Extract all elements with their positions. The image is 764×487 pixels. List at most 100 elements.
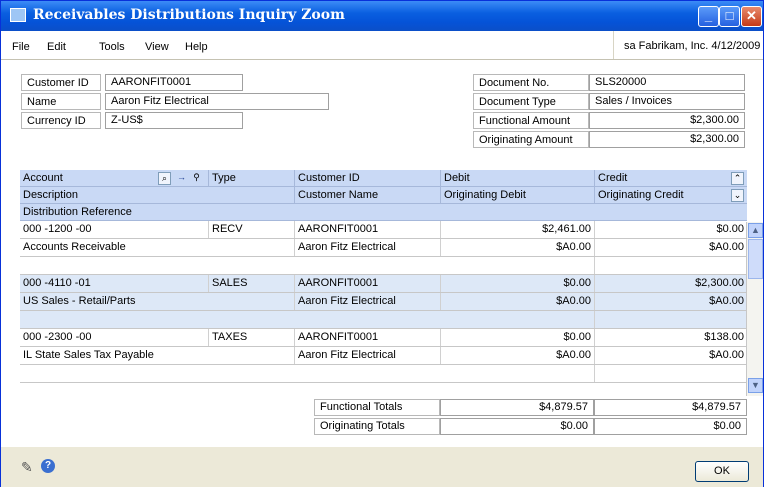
type-cell: TAXES [208, 329, 294, 346]
credit-cell: $2,300.00 [594, 275, 747, 292]
document-no-label: Document No. [473, 74, 589, 91]
link-icon[interactable]: ⚲ [190, 172, 203, 185]
description-cell: IL State Sales Tax Payable [23, 349, 154, 361]
table-row-detail[interactable]: US Sales - Retail/Parts Aaron Fitz Elect… [20, 293, 747, 311]
col-customer-name[interactable]: Customer Name [294, 187, 440, 204]
menu-file[interactable]: File [12, 41, 30, 53]
menu-edit[interactable]: Edit [47, 41, 66, 53]
credit-cell: $138.00 [594, 329, 747, 346]
app-icon [10, 8, 26, 22]
description-cell: US Sales - Retail/Parts [23, 295, 136, 307]
name-label: Name [21, 93, 101, 110]
debit-cell: $2,461.00 [440, 221, 594, 238]
help-icon[interactable]: ? [41, 459, 55, 473]
expand-arrow-icon[interactable]: → [175, 172, 188, 185]
menu-view[interactable]: View [145, 41, 169, 53]
scroll-down-button[interactable]: ▼ [748, 378, 763, 393]
distribution-reference-cell [20, 257, 594, 274]
type-cell: SALES [208, 275, 294, 292]
expand-icon[interactable]: ⌄ [731, 189, 744, 202]
col-description[interactable]: Description [20, 187, 294, 204]
description-cell: Accounts Receivable [23, 241, 126, 253]
table-row[interactable]: 000 -2300 -00 TAXES AARONFIT0001 $0.00 $… [20, 329, 747, 347]
originating-totals-credit: $0.00 [594, 418, 747, 435]
menu-tools[interactable]: Tools [99, 41, 125, 53]
scroll-thumb[interactable] [748, 239, 763, 279]
customer-name-cell: Aaron Fitz Electrical [294, 239, 440, 256]
minimize-button[interactable]: _ [698, 6, 719, 27]
table-row-detail[interactable]: Accounts Receivable Aaron Fitz Electrica… [20, 239, 747, 257]
distribution-reference-row[interactable] [20, 257, 747, 275]
footer-bar: ✎ ? OK [1, 446, 763, 487]
title-bar[interactable]: Receivables Distributions Inquiry Zoom _… [1, 1, 763, 31]
originating-credit-cell: $A0.00 [594, 347, 747, 364]
collapse-icon[interactable]: ⌃ [731, 172, 744, 185]
table-row[interactable]: 000 -1200 -00 RECV AARONFIT0001 $2,461.0… [20, 221, 747, 239]
originating-debit-cell: $A0.00 [440, 347, 594, 364]
window: Receivables Distributions Inquiry Zoom _… [0, 0, 764, 487]
customer-id-cell: AARONFIT0001 [294, 275, 440, 292]
account-cell: 000 -4110 -01 [23, 277, 91, 289]
originating-totals-label: Originating Totals [314, 418, 440, 435]
blank-cell [594, 365, 747, 382]
blank-cell [594, 257, 747, 274]
col-customer-id[interactable]: Customer ID [294, 170, 440, 187]
blank-cell [594, 311, 747, 328]
close-button[interactable]: ✕ [741, 6, 762, 27]
scroll-up-button[interactable]: ▲ [748, 223, 763, 238]
menu-bar: File Edit Tools View Help sa Fabrikam, I… [1, 31, 763, 60]
col-credit[interactable]: Credit [594, 170, 747, 187]
table-row-detail[interactable]: IL State Sales Tax Payable Aaron Fitz El… [20, 347, 747, 365]
ok-button[interactable]: OK [695, 461, 749, 482]
functional-totals-label: Functional Totals [314, 399, 440, 416]
distribution-reference-row[interactable] [20, 311, 747, 329]
col-originating-credit[interactable]: Originating Credit [594, 187, 747, 204]
originating-debit-cell: $A0.00 [440, 293, 594, 310]
originating-credit-cell: $A0.00 [594, 293, 747, 310]
originating-amount-label: Originating Amount [473, 131, 589, 148]
vertical-scrollbar[interactable]: ▲ ▼ [746, 222, 763, 396]
customer-name-cell: Aaron Fitz Electrical [294, 293, 440, 310]
account-cell: 000 -2300 -00 [23, 331, 92, 343]
grid-header-row-1: Account ⌕ → ⚲ Type Customer ID Debit Cre… [20, 170, 747, 187]
grid-header-row-2: Description Customer Name Originating De… [20, 187, 747, 204]
window-title: Receivables Distributions Inquiry Zoom [33, 7, 345, 23]
col-originating-debit[interactable]: Originating Debit [440, 187, 594, 204]
distribution-reference-cell [20, 311, 594, 328]
note-icon[interactable]: ✎ [21, 459, 33, 476]
table-row[interactable]: 000 -4110 -01 SALES AARONFIT0001 $0.00 $… [20, 275, 747, 293]
col-debit[interactable]: Debit [440, 170, 594, 187]
lookup-icon[interactable]: ⌕ [158, 172, 171, 185]
customer-id-cell: AARONFIT0001 [294, 329, 440, 346]
col-distribution-reference[interactable]: Distribution Reference [20, 204, 747, 221]
form-body: Customer ID AARONFIT0001 Name Aaron Fitz… [1, 60, 763, 446]
customer-id-label: Customer ID [21, 74, 101, 91]
currency-id-field: Z-US$ [105, 112, 243, 129]
customer-id-cell: AARONFIT0001 [294, 221, 440, 238]
debit-cell: $0.00 [440, 275, 594, 292]
customer-id-field: AARONFIT0001 [105, 74, 243, 91]
document-no-field: SLS20000 [589, 74, 745, 91]
customer-name-cell: Aaron Fitz Electrical [294, 347, 440, 364]
document-type-label: Document Type [473, 93, 589, 110]
distribution-reference-cell [20, 365, 594, 382]
name-field: Aaron Fitz Electrical [105, 93, 329, 110]
originating-debit-cell: $A0.00 [440, 239, 594, 256]
originating-credit-cell: $A0.00 [594, 239, 747, 256]
col-type[interactable]: Type [208, 170, 294, 187]
currency-id-label: Currency ID [21, 112, 101, 129]
credit-cell: $0.00 [594, 221, 747, 238]
debit-cell: $0.00 [440, 329, 594, 346]
menu-help[interactable]: Help [185, 41, 208, 53]
distribution-reference-row[interactable] [20, 365, 747, 383]
originating-amount-field: $2,300.00 [589, 131, 745, 148]
grid-header-row-3: Distribution Reference [20, 204, 747, 221]
functional-totals-debit: $4,879.57 [440, 399, 594, 416]
functional-amount-label: Functional Amount [473, 112, 589, 129]
originating-totals-debit: $0.00 [440, 418, 594, 435]
company-date: sa Fabrikam, Inc. 4/12/2009 [613, 31, 763, 59]
document-type-field: Sales / Invoices [589, 93, 745, 110]
maximize-button[interactable]: □ [719, 6, 740, 27]
type-cell: RECV [208, 221, 294, 238]
functional-amount-field: $2,300.00 [589, 112, 745, 129]
